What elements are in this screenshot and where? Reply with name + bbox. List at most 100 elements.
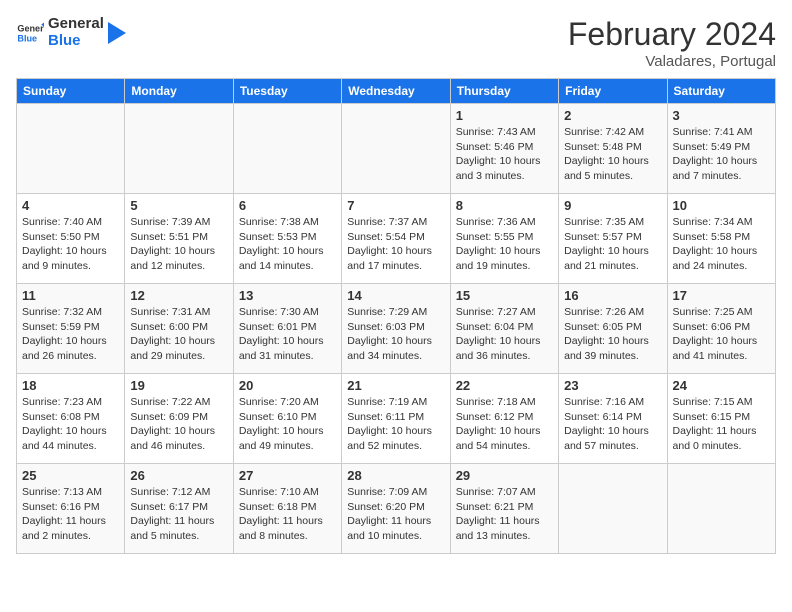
day-number: 4 xyxy=(22,198,119,213)
day-number: 2 xyxy=(564,108,661,123)
calendar-cell: 12Sunrise: 7:31 AM Sunset: 6:00 PM Dayli… xyxy=(125,284,233,374)
day-info: Sunrise: 7:09 AM Sunset: 6:20 PM Dayligh… xyxy=(347,485,444,544)
day-number: 3 xyxy=(673,108,770,123)
day-info: Sunrise: 7:29 AM Sunset: 6:03 PM Dayligh… xyxy=(347,305,444,364)
day-info: Sunrise: 7:30 AM Sunset: 6:01 PM Dayligh… xyxy=(239,305,336,364)
calendar-cell: 11Sunrise: 7:32 AM Sunset: 5:59 PM Dayli… xyxy=(17,284,125,374)
column-header-monday: Monday xyxy=(125,79,233,104)
svg-text:General: General xyxy=(17,23,44,33)
day-number: 11 xyxy=(22,288,119,303)
calendar-cell: 28 Sunrise: 7:09 AM Sunset: 6:20 PM Dayli… xyxy=(342,464,450,554)
day-number: 26 xyxy=(130,468,227,483)
calendar-cell: 10 Sunrise: 7:34 AM Sunset: 5:58 PM Dayli… xyxy=(667,194,775,284)
day-info: Sunrise: 7:25 AM Sunset: 6:06 PM Dayligh… xyxy=(673,305,770,364)
calendar-table: SundayMondayTuesdayWednesdayThursdayFrid… xyxy=(16,78,776,554)
day-number: 23 xyxy=(564,378,661,393)
day-info: Sunrise: 7:34 AM Sunset: 5:58 PM Dayligh… xyxy=(673,215,770,274)
day-info: Sunrise: 7:35 AM Sunset: 5:57 PM Dayligh… xyxy=(564,215,661,274)
page-header: General Blue General Blue February 2024 … xyxy=(16,16,776,70)
day-number: 21 xyxy=(347,378,444,393)
day-number: 16 xyxy=(564,288,661,303)
logo-blue: Blue xyxy=(48,33,104,50)
calendar-cell: 9Sunrise: 7:35 AM Sunset: 5:57 PM Daylig… xyxy=(559,194,667,284)
day-info: Sunrise: 7:38 AM Sunset: 5:53 PM Dayligh… xyxy=(239,215,336,274)
calendar-cell: 14 Sunrise: 7:29 AM Sunset: 6:03 PM Dayli… xyxy=(342,284,450,374)
calendar-cell: 1 Sunrise: 7:43 AM Sunset: 5:46 PM Daylig… xyxy=(450,104,558,194)
calendar-cell: 27 Sunrise: 7:10 AM Sunset: 6:18 PM Dayli… xyxy=(233,464,341,554)
calendar-cell: 8 Sunrise: 7:36 AM Sunset: 5:55 PM Daylig… xyxy=(450,194,558,284)
title-block: February 2024 Valadares, Portugal xyxy=(568,16,776,70)
day-number: 19 xyxy=(130,378,227,393)
day-info: Sunrise: 7:20 AM Sunset: 6:10 PM Dayligh… xyxy=(239,395,336,454)
day-number: 24 xyxy=(673,378,770,393)
day-info: Sunrise: 7:13 AM Sunset: 6:16 PM Dayligh… xyxy=(22,485,119,544)
calendar-cell: 5Sunrise: 7:39 AM Sunset: 5:51 PM Daylig… xyxy=(125,194,233,284)
calendar-cell: 29 Sunrise: 7:07 AM Sunset: 6:21 PM Dayli… xyxy=(450,464,558,554)
calendar-cell: 17Sunrise: 7:25 AM Sunset: 6:06 PM Dayli… xyxy=(667,284,775,374)
day-info: Sunrise: 7:16 AM Sunset: 6:14 PM Dayligh… xyxy=(564,395,661,454)
calendar-cell: 22Sunrise: 7:18 AM Sunset: 6:12 PM Dayli… xyxy=(450,374,558,464)
calendar-cell xyxy=(233,104,341,194)
calendar-cell: 21Sunrise: 7:19 AM Sunset: 6:11 PM Dayli… xyxy=(342,374,450,464)
day-number: 15 xyxy=(456,288,553,303)
calendar-cell: 16 Sunrise: 7:26 AM Sunset: 6:05 PM Dayli… xyxy=(559,284,667,374)
calendar-cell xyxy=(125,104,233,194)
day-number: 27 xyxy=(239,468,336,483)
day-info: Sunrise: 7:10 AM Sunset: 6:18 PM Dayligh… xyxy=(239,485,336,544)
day-info: Sunrise: 7:27 AM Sunset: 6:04 PM Dayligh… xyxy=(456,305,553,364)
calendar-cell: 26 Sunrise: 7:12 AM Sunset: 6:17 PM Dayli… xyxy=(125,464,233,554)
week-row-4: 18 Sunrise: 7:23 AM Sunset: 6:08 PM Dayli… xyxy=(17,374,776,464)
day-info: Sunrise: 7:22 AM Sunset: 6:09 PM Dayligh… xyxy=(130,395,227,454)
calendar-cell: 15 Sunrise: 7:27 AM Sunset: 6:04 PM Dayli… xyxy=(450,284,558,374)
calendar-cell: 19 Sunrise: 7:22 AM Sunset: 6:09 PM Dayli… xyxy=(125,374,233,464)
calendar-cell: 13 Sunrise: 7:30 AM Sunset: 6:01 PM Dayli… xyxy=(233,284,341,374)
day-number: 13 xyxy=(239,288,336,303)
column-header-wednesday: Wednesday xyxy=(342,79,450,104)
day-number: 12 xyxy=(130,288,227,303)
calendar-cell xyxy=(342,104,450,194)
day-number: 6 xyxy=(239,198,336,213)
calendar-cell: 7Sunrise: 7:37 AM Sunset: 5:54 PM Daylig… xyxy=(342,194,450,284)
calendar-header-row: SundayMondayTuesdayWednesdayThursdayFrid… xyxy=(17,79,776,104)
day-info: Sunrise: 7:43 AM Sunset: 5:46 PM Dayligh… xyxy=(456,125,553,184)
calendar-cell: 24Sunrise: 7:15 AM Sunset: 6:15 PM Dayli… xyxy=(667,374,775,464)
calendar-cell: 18 Sunrise: 7:23 AM Sunset: 6:08 PM Dayli… xyxy=(17,374,125,464)
calendar-body: 1 Sunrise: 7:43 AM Sunset: 5:46 PM Daylig… xyxy=(17,104,776,554)
day-number: 10 xyxy=(673,198,770,213)
column-header-thursday: Thursday xyxy=(450,79,558,104)
day-info: Sunrise: 7:26 AM Sunset: 6:05 PM Dayligh… xyxy=(564,305,661,364)
logo-general: General xyxy=(48,16,104,33)
day-info: Sunrise: 7:37 AM Sunset: 5:54 PM Dayligh… xyxy=(347,215,444,274)
day-number: 8 xyxy=(456,198,553,213)
day-info: Sunrise: 7:39 AM Sunset: 5:51 PM Dayligh… xyxy=(130,215,227,274)
day-info: Sunrise: 7:36 AM Sunset: 5:55 PM Dayligh… xyxy=(456,215,553,274)
logo-icon: General Blue xyxy=(16,19,44,47)
calendar-cell: 4 Sunrise: 7:40 AM Sunset: 5:50 PM Daylig… xyxy=(17,194,125,284)
day-info: Sunrise: 7:42 AM Sunset: 5:48 PM Dayligh… xyxy=(564,125,661,184)
day-number: 18 xyxy=(22,378,119,393)
calendar-cell: 23 Sunrise: 7:16 AM Sunset: 6:14 PM Dayli… xyxy=(559,374,667,464)
day-info: Sunrise: 7:07 AM Sunset: 6:21 PM Dayligh… xyxy=(456,485,553,544)
month-title: February 2024 xyxy=(568,16,776,53)
location-text: Valadares, Portugal xyxy=(568,53,776,70)
week-row-5: 25 Sunrise: 7:13 AM Sunset: 6:16 PM Dayli… xyxy=(17,464,776,554)
day-number: 29 xyxy=(456,468,553,483)
day-number: 14 xyxy=(347,288,444,303)
logo: General Blue General Blue xyxy=(16,16,126,49)
day-info: Sunrise: 7:40 AM Sunset: 5:50 PM Dayligh… xyxy=(22,215,119,274)
calendar-cell xyxy=(17,104,125,194)
day-number: 1 xyxy=(456,108,553,123)
week-row-1: 1 Sunrise: 7:43 AM Sunset: 5:46 PM Daylig… xyxy=(17,104,776,194)
column-header-sunday: Sunday xyxy=(17,79,125,104)
day-info: Sunrise: 7:23 AM Sunset: 6:08 PM Dayligh… xyxy=(22,395,119,454)
day-number: 28 xyxy=(347,468,444,483)
day-number: 20 xyxy=(239,378,336,393)
day-info: Sunrise: 7:12 AM Sunset: 6:17 PM Dayligh… xyxy=(130,485,227,544)
day-number: 25 xyxy=(22,468,119,483)
logo-arrow-icon xyxy=(108,22,126,44)
calendar-cell: 6 Sunrise: 7:38 AM Sunset: 5:53 PM Daylig… xyxy=(233,194,341,284)
calendar-cell: 3Sunrise: 7:41 AM Sunset: 5:49 PM Daylig… xyxy=(667,104,775,194)
column-header-friday: Friday xyxy=(559,79,667,104)
calendar-cell: 20 Sunrise: 7:20 AM Sunset: 6:10 PM Dayli… xyxy=(233,374,341,464)
week-row-3: 11Sunrise: 7:32 AM Sunset: 5:59 PM Dayli… xyxy=(17,284,776,374)
